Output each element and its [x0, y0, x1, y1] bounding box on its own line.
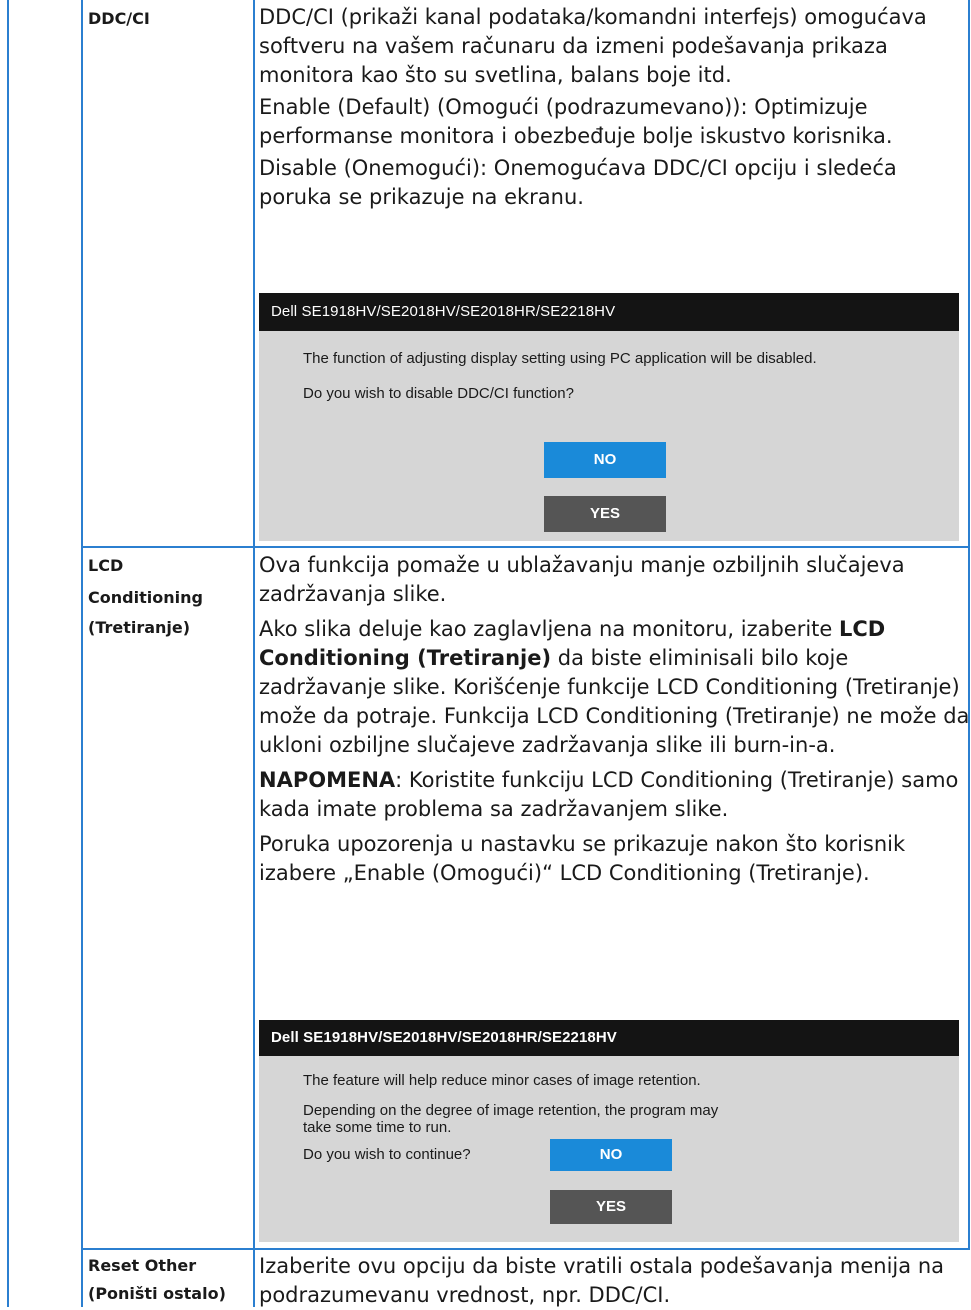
setting-label-line: Conditioning	[88, 588, 203, 607]
paragraph-text: Ako slika deluje kao zaglavljena na moni…	[259, 617, 840, 641]
dialog-message: The function of adjusting display settin…	[303, 350, 817, 367]
dialog-title-bar: Dell SE1918HV/SE2018HV/SE2018HR/SE2218HV	[259, 293, 959, 331]
setting-label-line: (Tretiranje)	[88, 618, 191, 637]
dialog-message: Do you wish to continue?	[303, 1146, 471, 1163]
yes-button[interactable]: YES	[544, 496, 666, 532]
ddcci-disable-dialog: Dell SE1918HV/SE2018HV/SE2018HR/SE2218HV…	[259, 293, 959, 541]
dialog-message: Depending on the degree of image retenti…	[303, 1102, 719, 1136]
row-divider-2	[81, 1248, 970, 1250]
lcd-conditioning-description: Ova funkcija pomaže u ublažavanju manje …	[259, 551, 971, 888]
ddcci-description: DDC/CI (prikaži kanal podataka/komandni …	[259, 3, 971, 212]
paragraph: Izaberite ovu opciju da biste vratili os…	[259, 1254, 944, 1307]
note-label: NAPOMENA	[259, 768, 396, 792]
dialog-message: The feature will help reduce minor cases…	[303, 1072, 701, 1089]
reset-other-description: Izaberite ovu opciju da biste vratili os…	[259, 1252, 971, 1310]
lcd-conditioning-dialog: Dell SE1918HV/SE2018HV/SE2018HR/SE2218HV…	[259, 1020, 959, 1242]
dialog-message: Do you wish to disable DDC/CI function?	[303, 385, 574, 402]
paragraph: NAPOMENA: Koristite funkciju LCD Conditi…	[259, 766, 971, 824]
setting-label-line: (Poništi ostalo)	[88, 1284, 226, 1303]
paragraph: Ako slika deluje kao zaglavljena na moni…	[259, 615, 971, 760]
setting-label-ddcci: DDC/CI	[88, 6, 248, 32]
setting-label-reset-other: Reset Other (Poništi ostalo)	[88, 1253, 248, 1307]
paragraph: Poruka upozorenja u nastavku se prikazuj…	[259, 832, 906, 885]
paragraph: Ova funkcija pomaže u ublažavanju manje …	[259, 553, 905, 606]
table-border-divider-1	[81, 0, 83, 1307]
setting-label-lcd-conditioning: LCD Conditioning (Tretiranje)	[88, 553, 248, 641]
no-button[interactable]: NO	[550, 1139, 672, 1171]
setting-label-line: Reset Other	[88, 1256, 197, 1275]
row-divider-1	[81, 546, 970, 548]
setting-label-line: LCD	[88, 556, 124, 575]
paragraph: Disable (Onemogući): Onemogućava DDC/CI …	[259, 156, 897, 209]
table-border-divider-2	[253, 0, 255, 1307]
settings-table: DDC/CI DDC/CI (prikaži kanal podataka/ko…	[0, 0, 971, 1307]
paragraph: DDC/CI (prikaži kanal podataka/komandni …	[259, 5, 927, 87]
yes-button[interactable]: YES	[550, 1190, 672, 1224]
setting-label-line: DDC/CI	[88, 9, 150, 28]
paragraph: Enable (Default) (Omogući (podrazumevano…	[259, 95, 893, 148]
dialog-title-bar: Dell SE1918HV/SE2018HV/SE2018HR/SE2218HV	[259, 1020, 959, 1056]
table-border-left	[7, 0, 9, 1307]
no-button[interactable]: NO	[544, 442, 666, 478]
